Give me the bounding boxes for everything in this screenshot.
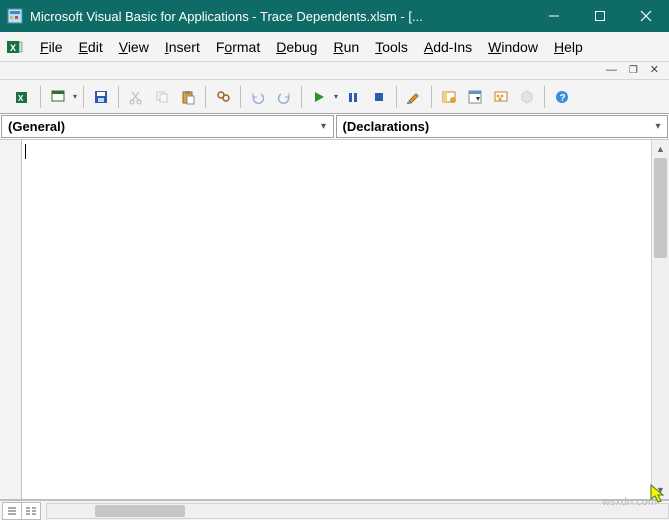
window-title: Microsoft Visual Basic for Applications … xyxy=(30,9,531,24)
reset-icon[interactable] xyxy=(367,85,391,109)
excel-icon[interactable]: X xyxy=(6,38,24,56)
menu-bar: X File Edit View Insert Format Debug Run… xyxy=(0,32,669,62)
horizontal-scrollbar[interactable] xyxy=(46,503,669,519)
project-explorer-icon[interactable] xyxy=(437,85,461,109)
separator-icon xyxy=(301,86,302,108)
menu-format[interactable]: Format xyxy=(208,35,268,59)
procedure-view-button[interactable] xyxy=(2,502,22,520)
scroll-thumb[interactable] xyxy=(95,505,185,517)
code-editor: ▲ ▼ xyxy=(0,140,669,500)
object-browser-icon[interactable] xyxy=(489,85,513,109)
chevron-down-icon: ▾ xyxy=(315,121,333,132)
object-combo[interactable]: (General) ▾ xyxy=(1,115,334,138)
menu-debug[interactable]: Debug xyxy=(268,35,325,59)
mouse-cursor-icon xyxy=(649,483,667,510)
separator-icon xyxy=(240,86,241,108)
view-excel-icon[interactable]: X xyxy=(11,85,35,109)
help-icon[interactable]: ? xyxy=(550,85,574,109)
insert-dropdown-icon[interactable]: ▾ xyxy=(71,92,79,101)
menu-addins[interactable]: Add-Ins xyxy=(416,35,480,59)
title-bar: Microsoft Visual Basic for Applications … xyxy=(0,0,669,32)
svg-text:X: X xyxy=(18,94,24,103)
menu-window[interactable]: Window xyxy=(480,35,546,59)
mdi-minimize-button[interactable]: — xyxy=(606,65,617,76)
standard-toolbar: X ▾ ▾ ? xyxy=(0,80,669,114)
run-icon[interactable] xyxy=(307,85,331,109)
separator-icon xyxy=(396,86,397,108)
menu-insert[interactable]: Insert xyxy=(157,35,208,59)
vba-app-icon xyxy=(6,7,24,25)
vertical-scrollbar[interactable]: ▲ ▼ xyxy=(651,140,669,499)
text-caret xyxy=(25,144,26,159)
paste-icon[interactable] xyxy=(176,85,200,109)
separator-icon xyxy=(83,86,84,108)
mdi-close-button[interactable]: ✕ xyxy=(650,65,659,76)
full-module-view-button[interactable] xyxy=(21,502,41,520)
scroll-track[interactable] xyxy=(652,158,669,481)
menu-view[interactable]: View xyxy=(111,35,157,59)
separator-icon xyxy=(118,86,119,108)
maximize-button[interactable] xyxy=(577,0,623,32)
toolbox-icon[interactable] xyxy=(515,85,539,109)
insert-userform-icon[interactable] xyxy=(46,85,70,109)
save-icon[interactable] xyxy=(89,85,113,109)
svg-text:X: X xyxy=(10,43,16,53)
separator-icon xyxy=(40,86,41,108)
chevron-down-icon: ▾ xyxy=(649,121,667,132)
object-combo-text: (General) xyxy=(2,119,315,134)
properties-window-icon[interactable] xyxy=(463,85,487,109)
code-margin xyxy=(0,140,22,499)
code-body[interactable] xyxy=(22,140,651,499)
menu-run[interactable]: Run xyxy=(325,35,367,59)
scroll-up-icon[interactable]: ▲ xyxy=(652,140,669,158)
cut-icon[interactable] xyxy=(124,85,148,109)
minimize-button[interactable] xyxy=(531,0,577,32)
window-controls xyxy=(531,0,669,32)
mdi-controls: — ❐ ✕ xyxy=(0,62,669,80)
separator-icon xyxy=(544,86,545,108)
redo-icon[interactable] xyxy=(272,85,296,109)
scroll-thumb[interactable] xyxy=(654,158,667,258)
close-button[interactable] xyxy=(623,0,669,32)
mdi-restore-button[interactable]: ❐ xyxy=(629,65,638,76)
menu-tools[interactable]: Tools xyxy=(367,35,416,59)
menu-edit[interactable]: Edit xyxy=(71,35,111,59)
svg-text:?: ? xyxy=(560,93,566,104)
find-icon[interactable] xyxy=(211,85,235,109)
code-dropdown-row: (General) ▾ (Declarations) ▾ xyxy=(0,114,669,140)
menu-file[interactable]: File xyxy=(32,35,71,59)
procedure-combo-text: (Declarations) xyxy=(337,119,650,134)
view-strip xyxy=(0,500,669,520)
design-mode-icon[interactable] xyxy=(402,85,426,109)
procedure-combo[interactable]: (Declarations) ▾ xyxy=(336,115,669,138)
copy-icon[interactable] xyxy=(150,85,174,109)
menu-help[interactable]: Help xyxy=(546,35,591,59)
run-dropdown-icon[interactable]: ▾ xyxy=(332,92,340,101)
undo-icon[interactable] xyxy=(246,85,270,109)
break-icon[interactable] xyxy=(341,85,365,109)
separator-icon xyxy=(431,86,432,108)
separator-icon xyxy=(205,86,206,108)
